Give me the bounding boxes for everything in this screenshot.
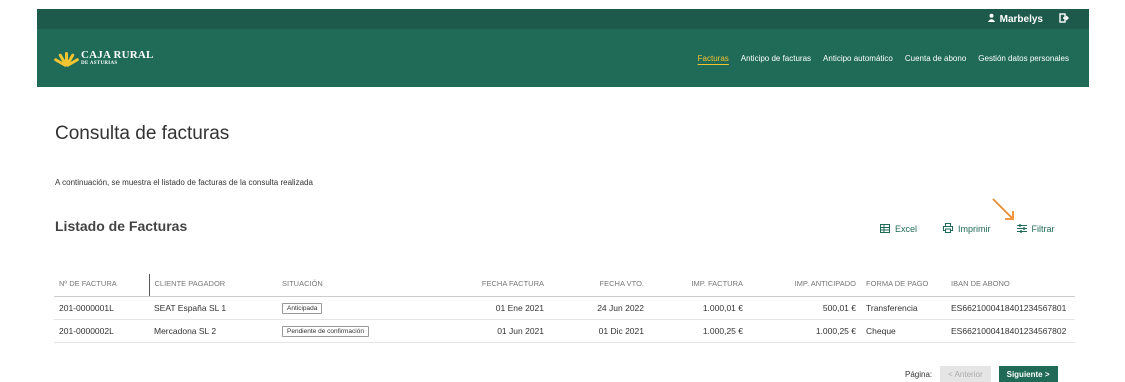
table-header-row: Nº DE FACTURA CLIENTE PAGADOR SITUACIÓN …	[54, 274, 1075, 297]
nav-item-anticipo-facturas[interactable]: Anticipo de facturas	[741, 54, 811, 63]
filter-button[interactable]: Filtrar	[1016, 223, 1055, 235]
cell-num: 201-0000002L	[54, 319, 149, 343]
top-bar: Marbelys	[0, 0, 1125, 29]
brand-name-line2: DE ASTURIAS	[81, 61, 118, 66]
page-subtitle: A continuación, se muestra el listado de…	[55, 178, 313, 187]
col-forma-pago[interactable]: FORMA DE PAGO	[861, 274, 946, 297]
nav-item-facturas[interactable]: Facturas	[698, 54, 729, 63]
list-title: Listado de Facturas	[55, 218, 188, 234]
excel-label: Excel	[895, 224, 918, 234]
cell-situacion: Pendiente de confirmación	[277, 319, 452, 343]
nav-item-gestion-datos[interactable]: Gestión datos personales	[978, 54, 1069, 63]
table-row[interactable]: 201-0000002L Mercadona SL 2 Pendiente de…	[54, 319, 1075, 343]
user-menu[interactable]: Marbelys	[987, 13, 1043, 25]
col-fecha-vto[interactable]: FECHA VTO.	[549, 274, 649, 297]
user-name: Marbelys	[999, 13, 1043, 25]
page-title: Consulta de facturas	[55, 123, 230, 144]
brand-logo[interactable]: CAJA RURAL DE ASTURIAS	[53, 48, 154, 68]
nav-item-anticipo-automatico[interactable]: Anticipo automático	[823, 54, 893, 63]
main-header: CAJA RURAL DE ASTURIAS Facturas Anticipo…	[37, 29, 1089, 87]
previous-page-button[interactable]: < Anterior	[940, 366, 991, 382]
invoices-table: Nº DE FACTURA CLIENTE PAGADOR SITUACIÓN …	[54, 274, 1075, 343]
user-bar: Marbelys	[37, 9, 1089, 29]
user-icon	[987, 13, 996, 25]
cell-cliente: Mercadona SL 2	[149, 319, 277, 343]
col-imp-anticipado[interactable]: IMP. ANTICIPADO	[748, 274, 861, 297]
cell-iban: ES6621000418401234567802	[946, 319, 1075, 343]
filter-label: Filtrar	[1031, 224, 1055, 234]
cell-situacion: Anticipada	[277, 296, 452, 320]
pagination-label: Página:	[905, 370, 933, 379]
spreadsheet-icon	[880, 223, 890, 235]
main-nav: Facturas Anticipo de facturas Anticipo a…	[698, 54, 1069, 63]
cell-imp: 1.000,25 €	[649, 319, 748, 343]
brand-name-line1: CAJA RURAL	[81, 49, 154, 61]
logout-icon[interactable]	[1059, 12, 1069, 26]
print-label: Imprimir	[958, 224, 991, 234]
next-page-button[interactable]: Siguiente >	[998, 366, 1058, 382]
status-badge: Pendiente de confirmación	[282, 325, 369, 337]
print-button[interactable]: Imprimir	[943, 223, 991, 235]
cell-vto: 24 Jun 2022	[549, 296, 649, 320]
status-badge: Anticipada	[282, 302, 323, 314]
col-iban[interactable]: IBAN DE ABONO	[946, 274, 1075, 297]
cell-fecha: 01 Jun 2021	[452, 319, 549, 343]
printer-icon	[943, 223, 954, 235]
nav-item-cuenta-abono[interactable]: Cuenta de abono	[905, 54, 966, 63]
col-fecha-factura[interactable]: FECHA FACTURA	[452, 274, 549, 297]
cell-forma: Transferencia	[861, 296, 946, 320]
cell-cliente: SEAT España SL 1	[149, 296, 277, 320]
col-num-factura[interactable]: Nº DE FACTURA	[54, 274, 149, 297]
col-situacion[interactable]: SITUACIÓN	[277, 274, 452, 297]
col-cliente[interactable]: CLIENTE PAGADOR	[148, 274, 277, 297]
cell-num: 201-0000001L	[54, 296, 149, 320]
filter-sliders-icon	[1016, 223, 1027, 235]
cell-fecha: 01 Ene 2021	[452, 296, 549, 320]
cell-iban: ES6621000418401234567801	[946, 296, 1075, 320]
list-actions: Excel Imprimir Filtrar	[880, 223, 1055, 235]
cell-anticipado: 500,01 €	[748, 296, 861, 320]
wheat-logo-icon	[53, 48, 80, 68]
col-imp-factura[interactable]: IMP. FACTURA	[649, 274, 748, 297]
table-row[interactable]: 201-0000001L SEAT España SL 1 Anticipada…	[54, 296, 1075, 320]
brand-name: CAJA RURAL DE ASTURIAS	[81, 49, 154, 67]
cell-forma: Cheque	[861, 319, 946, 343]
cell-imp: 1.000,01 €	[649, 296, 748, 320]
cell-vto: 01 Dic 2021	[549, 319, 649, 343]
pointer-arrow-icon	[992, 198, 1014, 220]
pagination: Página: < Anterior Siguiente >	[905, 366, 1058, 382]
excel-button[interactable]: Excel	[880, 223, 917, 235]
cell-anticipado: 1.000,25 €	[748, 319, 861, 343]
